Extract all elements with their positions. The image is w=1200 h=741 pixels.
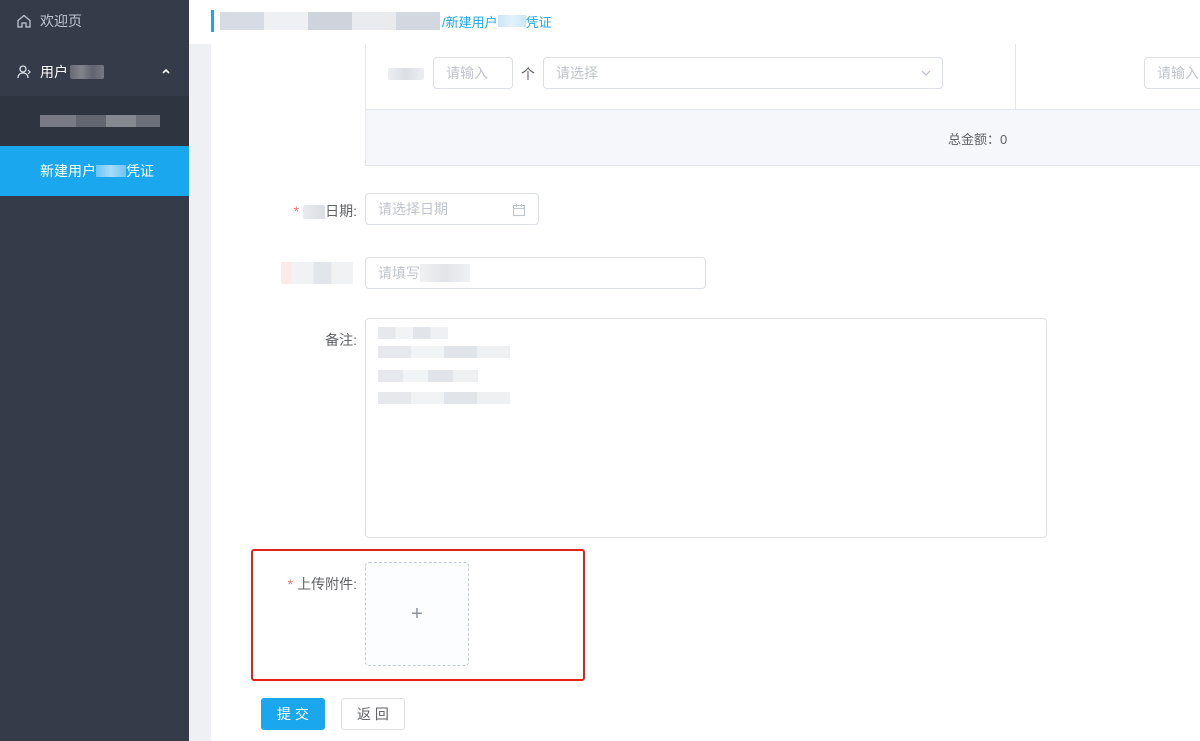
quantity-placeholder: 请输入 — [446, 65, 488, 81]
plus-icon: + — [411, 602, 423, 625]
sidebar-subitem-label-suffix: 凭证 — [126, 163, 154, 179]
upload-attachment[interactable]: + — [365, 562, 469, 666]
unit-label: 个 — [521, 66, 535, 82]
row-input-placeholder: 请输入 — [1157, 65, 1199, 81]
home-icon — [17, 14, 31, 28]
chevron-up-icon[interactable] — [161, 66, 171, 76]
items-table: 请输入 个 请选择 请输入 总金额：0 — [365, 44, 1200, 166]
row-input-right[interactable]: 请输入 — [1144, 57, 1200, 89]
submit-button[interactable]: 提 交 — [261, 698, 325, 730]
redacted-text — [420, 264, 470, 282]
sidebar-menu-label: 用户 — [40, 64, 68, 80]
redacted-text — [378, 327, 448, 339]
main-content: /新建用户 凭证 请输入 个 请选择 请输入 总金额：0 * 日期: 请选择日期… — [189, 0, 1200, 741]
fill-placeholder: 请填写 — [378, 265, 420, 281]
redacted-text — [378, 346, 510, 358]
total-amount: 总金额：0 — [948, 132, 1008, 147]
date-label-text: 日期: — [325, 203, 357, 219]
sidebar-item-label: 欢迎页 — [40, 13, 82, 29]
redacted-text — [378, 392, 510, 404]
redacted-text — [220, 12, 440, 30]
required-mark: * — [287, 576, 294, 592]
redacted-text — [40, 115, 160, 127]
redacted-label — [281, 262, 353, 284]
date-placeholder: 请选择日期 — [378, 201, 448, 217]
item-select[interactable]: 请选择 — [543, 57, 943, 89]
remark-textarea[interactable] — [365, 318, 1047, 538]
breadcrumb-current[interactable]: /新建用户 — [442, 12, 498, 31]
sidebar-subitem-new-voucher[interactable]: 新建用户 凭证 — [0, 146, 189, 196]
redacted-text — [388, 68, 424, 80]
column-divider — [1015, 44, 1016, 110]
sidebar-menu-user[interactable]: 用户 — [0, 48, 189, 96]
redacted-text — [70, 65, 104, 79]
upload-label: * 上传附件: — [287, 576, 357, 592]
quantity-input[interactable]: 请输入 — [433, 57, 513, 89]
user-icon — [17, 65, 31, 79]
breadcrumb-current-suffix[interactable]: 凭证 — [526, 12, 552, 31]
date-label: * 日期: — [285, 201, 357, 221]
redacted-text — [303, 205, 326, 220]
redacted-text — [497, 15, 526, 27]
content-gutter — [189, 44, 211, 741]
required-mark: * — [293, 203, 300, 219]
table-row: 请输入 个 请选择 请输入 — [366, 44, 1200, 110]
select-placeholder: 请选择 — [556, 65, 598, 81]
redacted-text — [378, 370, 478, 382]
chevron-down-icon — [921, 70, 931, 76]
fill-input[interactable]: 请填写 — [365, 257, 706, 289]
total-row: 总金额：0 — [366, 110, 1200, 165]
sidebar-subitem-label: 新建用户 — [40, 163, 96, 179]
redacted-text — [96, 165, 126, 177]
back-button[interactable]: 返 回 — [341, 698, 405, 730]
remark-label: 备注: — [325, 332, 357, 348]
breadcrumb: /新建用户 凭证 — [211, 10, 552, 32]
calendar-icon — [512, 204, 526, 217]
sidebar-subitem-redacted[interactable] — [0, 96, 189, 146]
sidebar: 欢迎页 用户 新建用户 凭证 — [0, 0, 189, 741]
sidebar-item-welcome[interactable]: 欢迎页 — [0, 0, 189, 42]
date-picker[interactable]: 请选择日期 — [365, 193, 539, 225]
